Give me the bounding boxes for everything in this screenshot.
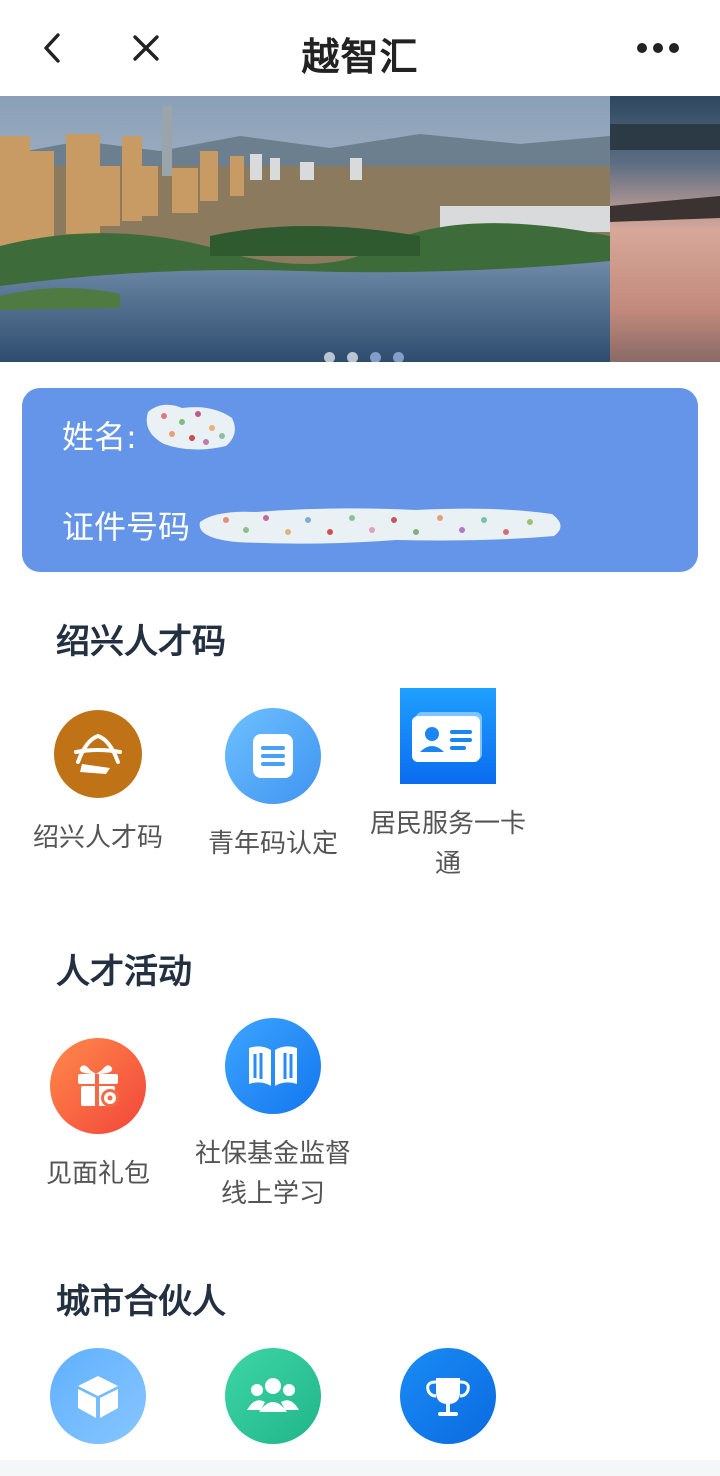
section-title-city-partner: 城市合伙人 <box>56 1282 226 1322</box>
carousel-dot[interactable] <box>393 352 404 362</box>
tile-label: 青年码认定 <box>207 829 338 859</box>
id-card-icon <box>400 688 496 784</box>
more-horizontal-icon <box>637 43 679 53</box>
resident-card-tile[interactable]: 居民服务一卡通 <box>363 688 533 884</box>
city-lake-photo <box>0 96 610 362</box>
city-partner-tile-3[interactable] <box>363 1348 533 1444</box>
talent-code-tile[interactable]: 绍兴人才码 <box>13 710 183 858</box>
page-title: 越智汇 <box>301 35 419 79</box>
lake-sunset-photo <box>610 96 720 362</box>
trophy-icon <box>400 1348 496 1444</box>
section-title-talent-code: 绍兴人才码 <box>56 622 226 662</box>
redacted-name-mask <box>146 404 235 450</box>
carousel-dot[interactable] <box>324 352 335 362</box>
talent-code-logo-icon <box>54 710 142 798</box>
group-icon <box>225 1348 321 1444</box>
banner-carousel[interactable] <box>0 96 720 362</box>
name-label: 姓名: <box>62 418 137 456</box>
bottom-edge <box>0 1460 720 1476</box>
city-partner-tile-1[interactable] <box>13 1348 183 1444</box>
tile-label: 见面礼包 <box>45 1159 150 1189</box>
carousel-dot[interactable] <box>370 352 381 362</box>
social-security-learning-tile[interactable]: 社保基金监督线上学习 <box>188 1018 358 1214</box>
tile-label: 社保基金监督线上学习 <box>194 1139 351 1209</box>
gift-package-tile[interactable]: 见面礼包 <box>13 1038 183 1194</box>
tile-label: 绍兴人才码 <box>32 823 163 853</box>
book-icon <box>225 1018 321 1114</box>
tile-label: 居民服务一卡通 <box>369 809 526 879</box>
document-icon <box>225 708 321 804</box>
redacted-id-number-mask <box>199 508 561 544</box>
cube-icon <box>50 1348 146 1444</box>
top-navigation-bar: 越智汇 <box>0 0 720 96</box>
identity-card: 姓名: 证件号码 <box>22 388 698 572</box>
city-partner-tile-2[interactable] <box>188 1348 358 1444</box>
youth-code-tile[interactable]: 青年码认定 <box>188 708 358 864</box>
gift-icon <box>50 1038 146 1134</box>
section-title-talent-activity: 人才活动 <box>56 952 192 992</box>
carousel-dot[interactable] <box>347 352 358 362</box>
carousel-indicator <box>0 352 720 362</box>
more-button[interactable] <box>628 20 688 76</box>
id-number-label: 证件号码 <box>62 508 191 546</box>
